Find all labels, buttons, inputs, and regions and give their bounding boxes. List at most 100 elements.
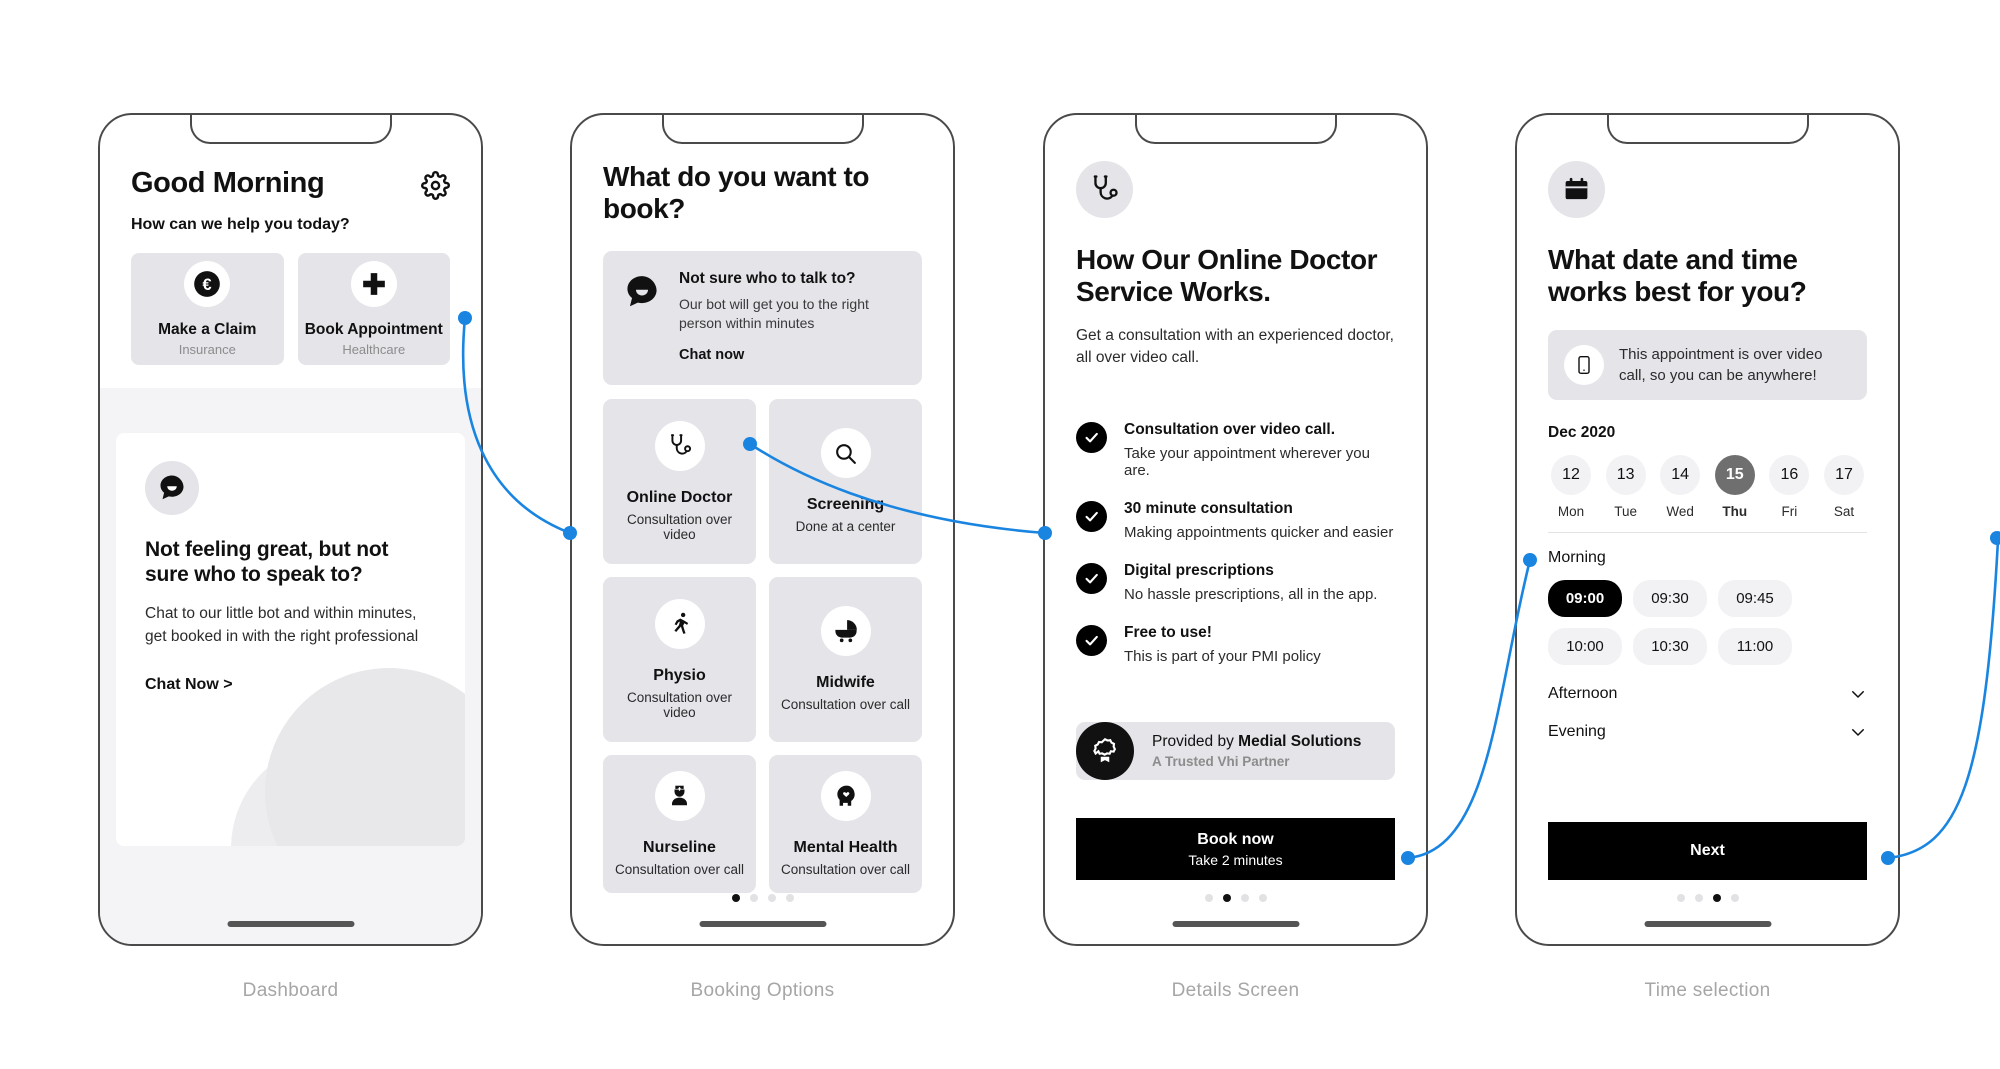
option-card-nurseline[interactable]: Nurseline Consultation over call: [603, 754, 756, 893]
caption-details: Details Screen: [1171, 980, 1300, 1001]
option-card-midwife[interactable]: Midwife Consultation over call: [769, 576, 922, 742]
check-circle-icon: [1076, 421, 1107, 453]
chat-promo-card[interactable]: Not feeling great, but not sure who to s…: [116, 433, 465, 846]
page-dots: [1045, 894, 1426, 902]
option-subtitle: Done at a center: [795, 519, 896, 535]
page-dot[interactable]: [1730, 894, 1739, 902]
chat-now-link[interactable]: Chat Now >: [145, 676, 436, 694]
feature-item: Consultation over video call. Take your …: [1076, 421, 1395, 479]
provider-prefix: Provided by: [1152, 733, 1239, 750]
phone-notch: [1134, 115, 1337, 144]
help-line: How can we help you today?: [131, 216, 350, 233]
page-dot[interactable]: [767, 894, 776, 902]
feature-title: Digital prescriptions: [1124, 561, 1274, 579]
day-number: 17: [1823, 454, 1864, 495]
video-call-note-text: This appointment is over video call, so …: [1619, 345, 1823, 384]
page-dot[interactable]: [731, 894, 740, 902]
feature-subtitle: Making appointments quicker and easier: [1124, 523, 1394, 541]
chat-bubble-icon: [145, 461, 199, 515]
chat-promo-body: Chat to our little bot and within minute…: [145, 605, 419, 645]
phone-notch: [189, 115, 392, 144]
page-dot[interactable]: [1204, 894, 1213, 902]
nurse-icon: [654, 770, 705, 821]
tile-title: Book Appointment: [304, 321, 443, 338]
time-slot-0900-selected[interactable]: 09:00: [1548, 579, 1622, 617]
chat-now-link[interactable]: Chat now: [679, 347, 902, 363]
option-title: Physio: [653, 666, 706, 684]
feature-item: Digital prescriptions No hassle prescrip…: [1076, 562, 1395, 603]
page-dot[interactable]: [1258, 894, 1267, 902]
provider-subtitle: A Trusted Vhi Partner: [1152, 754, 1290, 769]
option-card-screening[interactable]: Screening Done at a center: [769, 398, 922, 564]
chevron-down-icon[interactable]: [1849, 723, 1867, 741]
home-indicator: [1644, 921, 1771, 927]
day-option-16[interactable]: 16 Fri: [1766, 454, 1812, 519]
medical-cross-icon: [350, 261, 397, 307]
page-dot[interactable]: [1712, 894, 1721, 902]
page-dot[interactable]: [785, 894, 794, 902]
tile-book-appointment[interactable]: Book Appointment Healthcare: [297, 253, 450, 365]
option-title: Nurseline: [643, 838, 716, 856]
stethoscope-icon: [1076, 161, 1133, 218]
day-weekday: Mon: [1557, 503, 1585, 519]
accordion-afternoon[interactable]: Afternoon: [1548, 685, 1867, 703]
feature-subtitle: Take your appointment wherever you are.: [1124, 444, 1370, 479]
divider: [1548, 531, 1867, 533]
morning-slot-list: 09:00 09:30 09:45 10:00 10:30 11:00: [1548, 579, 1867, 665]
tile-title: Make a Claim: [158, 321, 257, 338]
stroller-icon: [820, 606, 871, 657]
bot-promo-body: Our bot will get you to the right person…: [679, 295, 869, 331]
morning-section-label: Morning: [1548, 548, 1606, 566]
day-option-12[interactable]: 12 Mon: [1548, 454, 1594, 519]
day-option-15-selected[interactable]: 15 Thu: [1712, 454, 1758, 519]
time-slot-1100[interactable]: 11:00: [1718, 627, 1792, 665]
time-slot-0930[interactable]: 09:30: [1633, 579, 1707, 617]
home-indicator: [699, 921, 826, 927]
accordion-evening[interactable]: Evening: [1548, 723, 1867, 741]
chevron-down-icon[interactable]: [1849, 685, 1867, 703]
day-option-17[interactable]: 17 Sat: [1821, 454, 1867, 519]
time-selection-screen: What date and time works best for you? T…: [1517, 115, 1898, 944]
option-title: Midwife: [816, 674, 875, 692]
option-subtitle: Consultation over call: [780, 861, 911, 877]
day-number: 15: [1714, 454, 1755, 495]
next-button[interactable]: Next: [1548, 822, 1867, 880]
page-dots: [572, 894, 953, 902]
day-option-14[interactable]: 14 Wed: [1657, 454, 1703, 519]
option-subtitle: Consultation over video: [626, 511, 733, 542]
page-title: How Our Online Doctor Service Works.: [1076, 244, 1378, 307]
tile-make-a-claim[interactable]: € Make a Claim Insurance: [131, 253, 284, 365]
page-dot[interactable]: [1240, 894, 1249, 902]
euro-coin-icon: €: [184, 261, 231, 307]
book-now-button[interactable]: Book now Take 2 minutes: [1076, 818, 1395, 880]
option-card-mental-health[interactable]: Mental Health Consultation over call: [769, 754, 922, 893]
page-dot[interactable]: [1676, 894, 1685, 902]
feature-title: 30 minute consultation: [1124, 499, 1293, 517]
option-card-physio[interactable]: Physio Consultation over video: [603, 576, 756, 742]
time-slot-1030[interactable]: 10:30: [1633, 627, 1707, 665]
head-heart-icon: [820, 770, 871, 821]
page-dot[interactable]: [1694, 894, 1703, 902]
provider-name: Medial Solutions: [1238, 733, 1362, 750]
bot-promo-card[interactable]: Not sure who to talk to? Our bot will ge…: [603, 250, 922, 385]
time-slot-1000[interactable]: 10:00: [1548, 627, 1622, 665]
option-title: Online Doctor: [626, 488, 733, 506]
page-dots: [1517, 894, 1898, 902]
chat-bubble-icon: [622, 272, 662, 312]
option-subtitle: Consultation over call: [780, 697, 911, 713]
caption-booking-options: Booking Options: [690, 980, 835, 1001]
accordion-label: Evening: [1548, 722, 1606, 740]
day-number: 16: [1769, 454, 1810, 495]
page-dot[interactable]: [1222, 894, 1231, 902]
day-weekday: Fri: [1781, 503, 1798, 519]
gear-icon[interactable]: [421, 171, 450, 200]
check-circle-icon: [1076, 500, 1107, 532]
option-card-online-doctor[interactable]: Online Doctor Consultation over video: [603, 398, 756, 564]
option-title: Screening: [806, 496, 885, 514]
phone-dashboard: Good Morning How can we help you today?: [98, 113, 483, 946]
page-dot[interactable]: [749, 894, 758, 902]
day-option-13[interactable]: 13 Tue: [1603, 454, 1649, 519]
page-title: What date and time works best for you?: [1548, 244, 1807, 307]
caption-dashboard: Dashboard: [242, 980, 339, 1001]
time-slot-0945[interactable]: 09:45: [1718, 579, 1792, 617]
